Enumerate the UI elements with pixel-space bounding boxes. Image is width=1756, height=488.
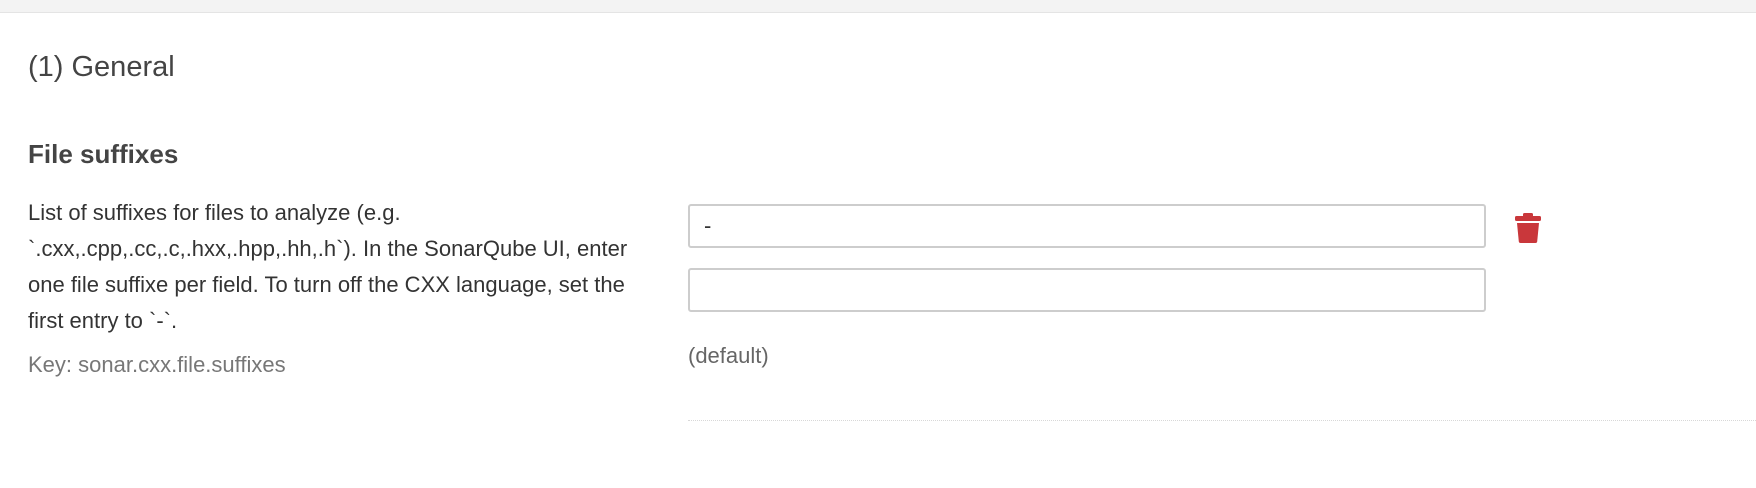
setting-description: List of suffixes for files to analyze (e…	[28, 200, 628, 333]
trash-icon	[1515, 213, 1541, 243]
setting-name: File suffixes	[28, 139, 179, 169]
section-title: (1) General	[28, 51, 175, 83]
top-bar	[0, 0, 1756, 13]
divider	[688, 420, 1756, 421]
default-label: (default)	[688, 343, 769, 368]
suffix-field-1[interactable]	[688, 204, 1486, 248]
setting-key: Key: sonar.cxx.file.suffixes	[28, 352, 286, 377]
suffix-field-2[interactable]	[688, 268, 1486, 312]
delete-value-button[interactable]	[1514, 212, 1542, 244]
